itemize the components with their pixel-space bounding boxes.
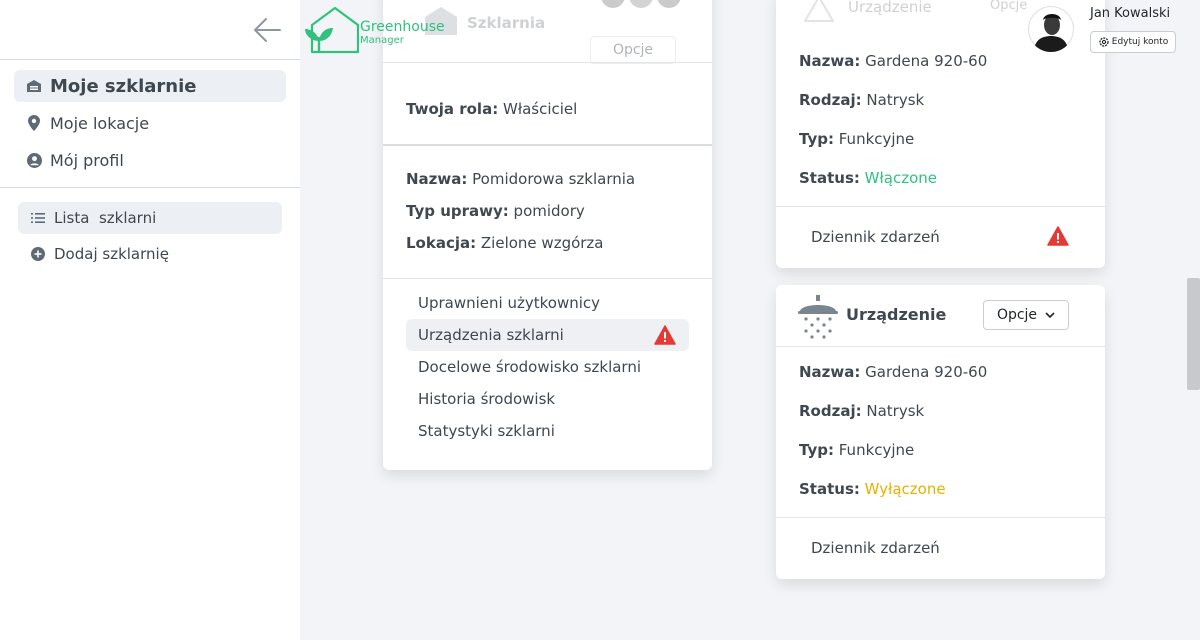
top-bar: Greenhouse Manager Jan Kowalski Edytuj k…: [300, 0, 1200, 60]
greenhouse-card: Szklarnia Opcje Twoja rola: Właściciel N…: [383, 0, 712, 470]
menu-item-target-environment[interactable]: Docelowe środowisko szklarni: [406, 351, 689, 383]
main-nav: Moje szklarnie Moje lokacje Mój profil: [14, 70, 286, 181]
location-row: Lokacja: Zielone wzgórza: [406, 234, 604, 252]
sidebar-item-label: Moje szklarnie: [50, 75, 197, 97]
logo-title: Greenhouse: [360, 19, 445, 35]
card-divider: [776, 206, 1105, 207]
sub-nav: Lista szklarni Dodaj szklarnię: [18, 202, 282, 274]
device-card: Urządzenie Opcje Nazwa: Gardena 920-60 R…: [776, 285, 1105, 579]
logo-subtitle: Manager: [360, 35, 404, 46]
card-divider: [383, 62, 712, 63]
device-type-row: Typ: Funkcyjne: [799, 441, 915, 459]
arrow-left-icon[interactable]: [250, 12, 286, 48]
app-logo[interactable]: Greenhouse Manager: [303, 5, 445, 55]
sidebar-item-label: Moje lokacje: [50, 113, 150, 133]
card-divider: [776, 517, 1105, 518]
sidebar-item-label: Lista szklarni: [54, 209, 157, 227]
status-off: Wyłączone: [864, 480, 946, 498]
edit-account-button[interactable]: Edytuj konto: [1090, 31, 1176, 53]
user-menu: Jan Kowalski Edytuj konto: [1028, 6, 1178, 56]
event-log-link[interactable]: Dziennik zdarzeń: [811, 539, 940, 557]
device-type-row: Typ: Funkcyjne: [799, 130, 915, 148]
device-kind-row: Rodzaj: Natrysk: [799, 402, 925, 420]
device-status-row: Status: Włączone: [799, 169, 937, 187]
device-title: Urządzenie: [846, 305, 947, 324]
map-pin-icon: [26, 115, 42, 131]
scrollbar-thumb[interactable]: [1187, 278, 1200, 390]
options-dropdown[interactable]: Opcje: [983, 300, 1069, 330]
list-icon: [30, 210, 46, 226]
crop-row: Typ uprawy: pomidory: [406, 202, 585, 220]
menu-item-greenhouse-statistics[interactable]: Statystyki szklarni: [406, 415, 689, 447]
sidebar-header: [0, 0, 300, 60]
plus-circle-icon: [30, 246, 46, 262]
sidebar-item-my-locations[interactable]: Moje lokacje: [14, 107, 286, 139]
device-status-row: Status: Wyłączone: [799, 480, 946, 498]
status-on: Włączone: [864, 169, 937, 187]
sidebar-item-greenhouse-list[interactable]: Lista szklarni: [18, 202, 282, 234]
menu-item-authorized-users[interactable]: Uprawnieni użytkownicy: [406, 287, 689, 319]
gear-icon: [1099, 37, 1109, 47]
shower-icon: [798, 295, 838, 339]
name-row: Nazwa: Pomidorowa szklarnia: [406, 170, 636, 188]
chevron-down-icon: [1045, 312, 1055, 319]
sidebar-item-my-greenhouses[interactable]: Moje szklarnie: [14, 70, 286, 102]
user-circle-icon: [26, 152, 42, 168]
sidebar-item-label: Dodaj szklarnię: [54, 245, 169, 263]
menu-item-environment-history[interactable]: Historia środowisk: [406, 383, 689, 415]
card-divider: [383, 144, 712, 146]
device-name-row: Nazwa: Gardena 920-60: [799, 363, 988, 381]
warning-icon: [1047, 226, 1069, 246]
sidebar-divider: [0, 187, 300, 188]
sidebar: Moje szklarnie Moje lokacje Mój profil L…: [0, 0, 300, 640]
greenhouse-menu: Uprawnieni użytkownicy Urządzenia szklar…: [406, 287, 689, 447]
user-name: Jan Kowalski: [1090, 6, 1171, 21]
card-divider: [383, 278, 712, 279]
avatar[interactable]: [1028, 6, 1074, 52]
menu-item-greenhouse-devices[interactable]: Urządzenia szklarni: [406, 319, 689, 351]
device-kind-row: Rodzaj: Natrysk: [799, 91, 925, 109]
sidebar-item-my-profile[interactable]: Mój profil: [14, 144, 286, 176]
card-divider: [776, 346, 1105, 347]
greenhouse-logo-icon: [305, 6, 360, 54]
event-log-link[interactable]: Dziennik zdarzeń: [811, 228, 940, 246]
role-row: Twoja rola: Właściciel: [406, 100, 578, 118]
warehouse-icon: [26, 78, 42, 94]
warning-icon: [654, 325, 676, 345]
sidebar-item-add-greenhouse[interactable]: Dodaj szklarnię: [18, 238, 282, 270]
sidebar-item-label: Mój profil: [50, 150, 124, 170]
